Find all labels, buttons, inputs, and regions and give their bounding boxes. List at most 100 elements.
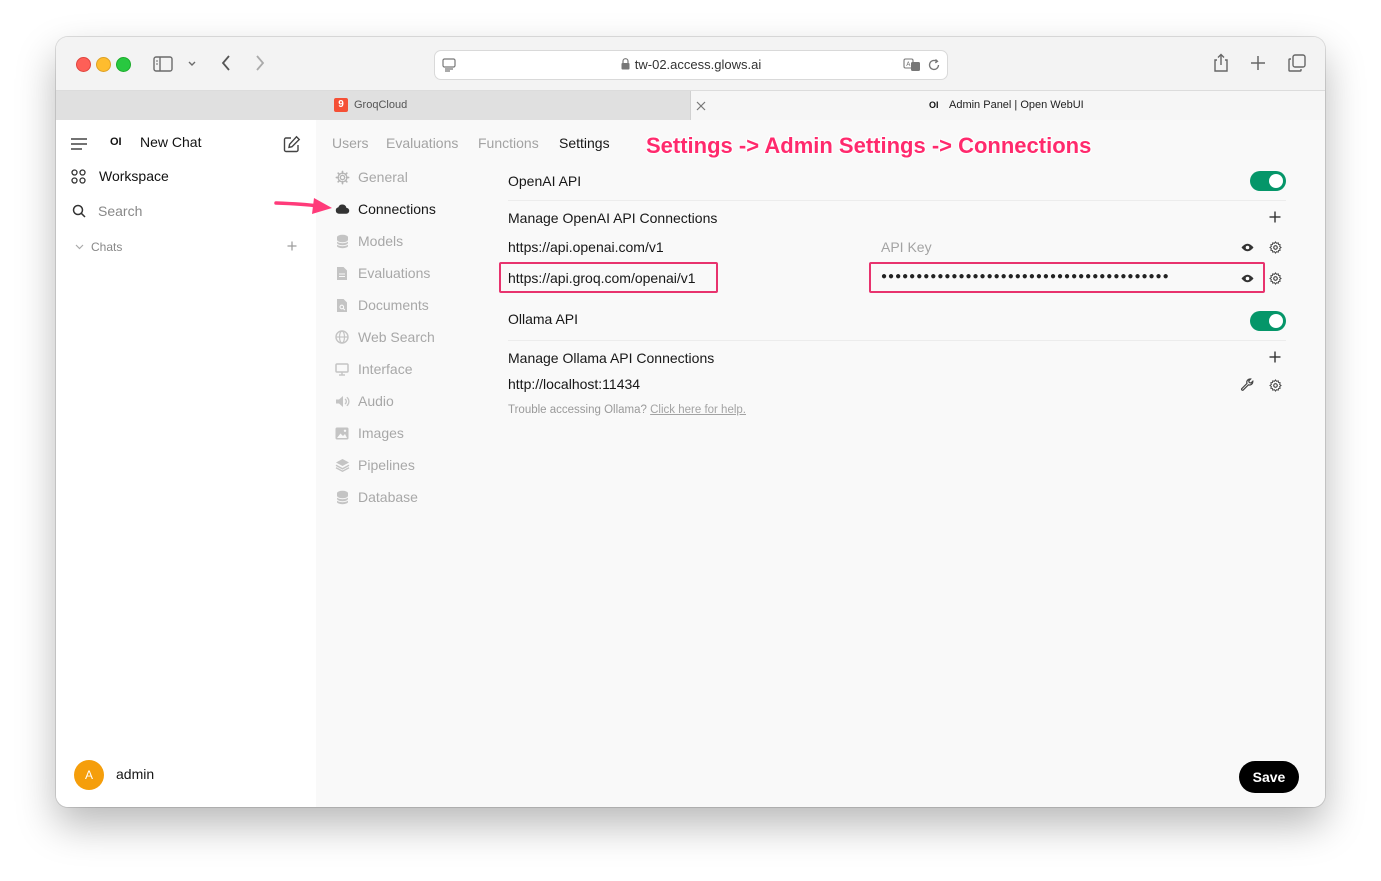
- url-text: tw-02.access.glows.ai: [435, 57, 947, 72]
- tab-groqcloud[interactable]: 9 GroqCloud: [56, 91, 691, 120]
- minimize-window-button[interactable]: [96, 57, 111, 72]
- tab-functions[interactable]: Functions: [478, 135, 539, 151]
- lock-icon: [621, 58, 630, 70]
- document-icon: [334, 266, 350, 281]
- search-label: Search: [98, 203, 143, 219]
- close-window-button[interactable]: [76, 57, 91, 72]
- groq-favicon-icon: 9: [334, 98, 348, 112]
- openai-api-label: OpenAI API: [508, 173, 582, 189]
- menu-label: Documents: [358, 297, 429, 313]
- menu-label: Models: [358, 233, 404, 249]
- globe-icon: [334, 330, 350, 344]
- avatar[interactable]: A: [74, 760, 104, 790]
- ollama-api-label: Ollama API: [508, 311, 579, 327]
- settings-menu-evaluations[interactable]: Evaluations: [334, 265, 430, 281]
- gear-icon[interactable]: [1267, 377, 1283, 393]
- svg-text:A: A: [906, 61, 911, 68]
- settings-menu-database[interactable]: Database: [334, 489, 418, 505]
- save-button[interactable]: Save: [1239, 761, 1299, 793]
- chats-label: Chats: [91, 240, 123, 254]
- add-ollama-connection-icon[interactable]: [1268, 350, 1282, 364]
- menu-label: General: [358, 169, 408, 185]
- settings-menu-interface[interactable]: Interface: [334, 361, 412, 377]
- workspace-link[interactable]: Workspace: [70, 168, 169, 184]
- help-text: Trouble accessing Ollama?: [508, 404, 647, 416]
- tab-admin-panel[interactable]: OI Admin Panel | Open WebUI: [691, 91, 1325, 120]
- menu-label: Interface: [358, 361, 413, 377]
- user-name[interactable]: admin: [116, 766, 154, 782]
- monitor-icon: [334, 362, 350, 376]
- zoom-window-button[interactable]: [116, 57, 131, 72]
- forward-arrow-icon[interactable]: [250, 53, 270, 73]
- openai-url-input[interactable]: https://api.openai.com/v1: [508, 239, 664, 255]
- new-tab-icon[interactable]: [1248, 53, 1268, 73]
- settings-menu-web-search[interactable]: Web Search: [334, 329, 435, 345]
- sidebar-toggle-icon[interactable]: [152, 55, 174, 73]
- settings-menu-images[interactable]: Images: [334, 425, 404, 441]
- manage-ollama-label: Manage Ollama API Connections: [508, 350, 715, 366]
- tab-evaluations[interactable]: Evaluations: [386, 135, 458, 151]
- eye-icon[interactable]: [1239, 240, 1255, 254]
- add-chat-icon[interactable]: [286, 240, 298, 252]
- address-bar[interactable]: tw-02.access.glows.ai A: [434, 50, 948, 80]
- eye-icon[interactable]: [1239, 271, 1255, 285]
- tab-settings[interactable]: Settings: [559, 135, 610, 151]
- ollama-help-text: Trouble accessing Ollama? Click here for…: [508, 404, 746, 416]
- menu-label: Images: [358, 425, 404, 441]
- chevron-down-icon[interactable]: [186, 57, 198, 71]
- help-link[interactable]: Click here for help.: [650, 404, 746, 416]
- chevron-down-icon: [74, 244, 84, 250]
- settings-menu-audio[interactable]: Audio: [334, 393, 394, 409]
- add-openai-connection-icon[interactable]: [1268, 210, 1282, 224]
- settings-menu-connections[interactable]: Connections: [334, 201, 436, 217]
- close-tab-icon[interactable]: [694, 99, 708, 113]
- document-search-icon: [334, 298, 350, 313]
- annotation-arrow-icon: [274, 198, 332, 214]
- settings-menu-documents[interactable]: Documents: [334, 297, 429, 313]
- new-chat-button[interactable]: OI New Chat: [110, 134, 201, 150]
- tab-users[interactable]: Users: [332, 135, 369, 151]
- browser-window: tw-02.access.glows.ai A 9 GroqCloud OI A…: [56, 37, 1325, 807]
- settings-menu-models[interactable]: Models: [334, 233, 403, 249]
- workspace-label: Workspace: [99, 168, 169, 184]
- image-icon: [334, 427, 350, 440]
- browser-toolbar: tw-02.access.glows.ai A: [56, 37, 1325, 90]
- database-icon: [334, 234, 350, 249]
- openai-key-input[interactable]: API Key: [881, 239, 932, 255]
- settings-menu-pipelines[interactable]: Pipelines: [334, 457, 415, 473]
- divider: [508, 200, 1286, 201]
- gear-icon: [334, 170, 350, 185]
- tab-overview-icon[interactable]: [1286, 53, 1308, 73]
- openwebui-favicon-icon: OI: [929, 100, 939, 110]
- reload-icon[interactable]: [926, 57, 942, 73]
- settings-menu-general[interactable]: General: [334, 169, 408, 185]
- menu-icon[interactable]: [70, 136, 88, 152]
- menu-label: Evaluations: [358, 265, 431, 281]
- ollama-url-input[interactable]: http://localhost:11434: [508, 376, 640, 392]
- database-icon: [334, 490, 350, 505]
- search-button[interactable]: Search: [72, 203, 142, 219]
- back-arrow-icon[interactable]: [216, 53, 236, 73]
- manage-openai-label: Manage OpenAI API Connections: [508, 210, 718, 226]
- translate-icon[interactable]: A: [903, 57, 921, 73]
- menu-label: Connections: [358, 201, 436, 217]
- chats-folder[interactable]: Chats: [74, 240, 122, 254]
- cloud-icon: [334, 203, 350, 215]
- grid-icon: [70, 168, 86, 184]
- layers-icon: [334, 458, 350, 472]
- open-webui-app: OI New Chat Workspace Search Chats A adm…: [56, 120, 1325, 807]
- sidebar: OI New Chat Workspace Search Chats A adm…: [56, 120, 316, 807]
- admin-panel: Users Evaluations Functions Settings Set…: [274, 120, 1325, 807]
- wrench-icon[interactable]: [1239, 377, 1255, 393]
- gear-icon[interactable]: [1267, 239, 1283, 255]
- groq-url-input[interactable]: https://api.groq.com/openai/v1: [508, 270, 696, 286]
- openwebui-logo: OI: [110, 136, 122, 148]
- openai-api-toggle[interactable]: [1250, 171, 1286, 191]
- gear-icon[interactable]: [1267, 270, 1283, 286]
- ollama-api-toggle[interactable]: [1250, 311, 1286, 331]
- compose-icon[interactable]: [282, 134, 302, 154]
- groq-key-input[interactable]: ●●●●●●●●●●●●●●●●●●●●●●●●●●●●●●●●●●●●●●●●…: [881, 271, 1233, 282]
- divider: [508, 340, 1286, 341]
- menu-label: Database: [358, 489, 418, 505]
- share-icon[interactable]: [1211, 52, 1231, 74]
